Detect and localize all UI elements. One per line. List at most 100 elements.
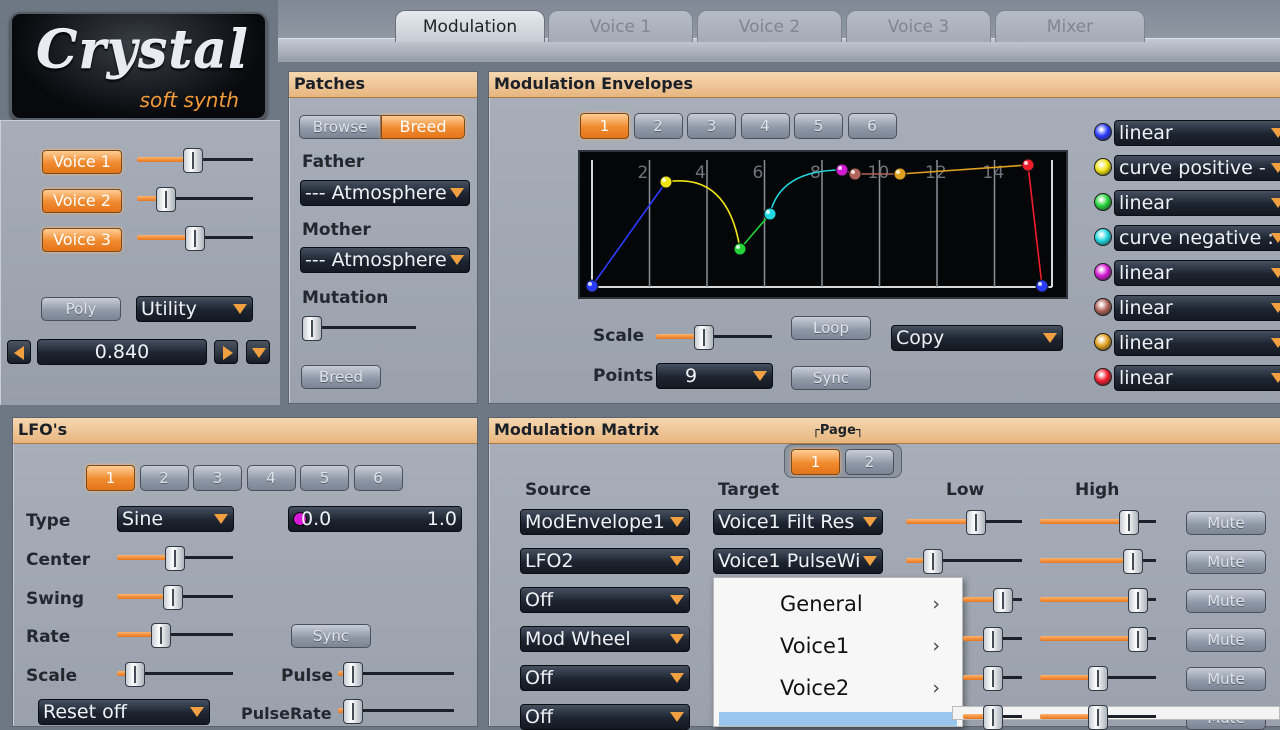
high-slider-5-knob[interactable]: [1088, 666, 1108, 691]
points-dropdown[interactable]: 9: [656, 363, 773, 389]
voice-1-button[interactable]: Voice 1: [42, 150, 122, 174]
high-slider-3[interactable]: [1040, 588, 1156, 613]
target-dropdown-2[interactable]: Voice1 PulseWi: [713, 548, 883, 574]
low-slider-5-knob[interactable]: [982, 666, 1003, 691]
lfo-range-display[interactable]: 0.0 1.0: [288, 506, 462, 532]
low-slider-4[interactable]: [963, 627, 1022, 652]
next-arrow-button[interactable]: [214, 340, 238, 364]
voice-1-slider[interactable]: [137, 148, 253, 173]
menu-item-general[interactable]: General ›: [714, 586, 962, 624]
high-slider-4-knob[interactable]: [1128, 627, 1149, 652]
mute-button-3[interactable]: Mute: [1186, 589, 1266, 613]
pulserate-knob[interactable]: [342, 699, 363, 724]
high-slider-2[interactable]: [1040, 549, 1156, 574]
voice-3-button[interactable]: Voice 3: [42, 228, 122, 252]
low-slider-2-knob[interactable]: [923, 549, 944, 574]
poly-button[interactable]: Poly: [41, 297, 121, 321]
source-dropdown-4[interactable]: Mod Wheel: [520, 626, 690, 652]
curve-dropdown-4[interactable]: curve negative :: [1114, 225, 1280, 251]
source-dropdown-3[interactable]: Off: [520, 587, 690, 613]
center-slider[interactable]: [117, 546, 233, 571]
curve-dropdown-2[interactable]: curve positive -: [1114, 155, 1280, 181]
lfo-sync-button[interactable]: Sync: [291, 624, 371, 648]
high-slider-6[interactable]: [1040, 705, 1156, 730]
low-slider-1[interactable]: [906, 510, 1022, 535]
lfo-tab-2[interactable]: 2: [139, 465, 189, 491]
pulserate-slider[interactable]: [338, 699, 454, 724]
mute-button-1[interactable]: Mute: [1186, 511, 1266, 535]
tab-modulation[interactable]: Modulation: [395, 10, 545, 42]
envelope-display[interactable]: 2 4 6 8 10 12 14: [578, 150, 1068, 299]
source-dropdown-5[interactable]: Off: [520, 665, 690, 691]
voice-1-knob[interactable]: [183, 148, 204, 173]
rate-slider[interactable]: [117, 623, 233, 648]
curve-dropdown-5[interactable]: linear: [1114, 260, 1280, 286]
curve-dropdown-6[interactable]: linear: [1114, 295, 1280, 321]
tab-voice-3[interactable]: Voice 3: [846, 10, 991, 42]
low-slider-3-knob[interactable]: [993, 588, 1014, 613]
reset-dropdown[interactable]: Reset off: [38, 699, 210, 725]
source-dropdown-6[interactable]: Off: [520, 704, 690, 730]
father-dropdown[interactable]: --- Atmosphere: [300, 180, 470, 206]
mother-dropdown[interactable]: --- Atmosphere: [300, 247, 470, 273]
curve-dropdown-8[interactable]: linear: [1114, 365, 1280, 391]
high-slider-2-knob[interactable]: [1122, 549, 1143, 574]
voice-3-slider[interactable]: [137, 226, 253, 251]
menu-arrow-button[interactable]: [246, 340, 270, 364]
high-slider-1-knob[interactable]: [1118, 510, 1139, 535]
env-sync-button[interactable]: Sync: [791, 366, 871, 390]
high-slider-6-knob[interactable]: [1088, 705, 1108, 730]
mutation-slider[interactable]: [302, 316, 416, 341]
browse-tab[interactable]: Browse: [299, 115, 381, 139]
source-dropdown-2[interactable]: LFO2: [520, 548, 690, 574]
low-slider-4-knob[interactable]: [982, 627, 1003, 652]
voice-2-knob[interactable]: [156, 187, 177, 212]
lfo-scale-slider[interactable]: [117, 662, 233, 687]
low-slider-6-knob[interactable]: [982, 705, 1003, 730]
tab-mixer[interactable]: Mixer: [995, 10, 1145, 42]
voice-3-knob[interactable]: [185, 226, 205, 251]
page-tab-2[interactable]: 2: [845, 449, 894, 475]
low-slider-5[interactable]: [963, 666, 1022, 691]
target-dropdown-1[interactable]: Voice1 Filt Res: [713, 509, 883, 535]
envelope-tab-4[interactable]: 4: [740, 113, 790, 139]
lfo-tab-6[interactable]: 6: [353, 465, 403, 491]
low-slider-6[interactable]: [963, 705, 1022, 730]
high-slider-5[interactable]: [1040, 666, 1156, 691]
low-slider-1-knob[interactable]: [965, 510, 986, 535]
env-scale-slider[interactable]: [656, 325, 772, 350]
mute-button-4[interactable]: Mute: [1186, 628, 1266, 652]
low-slider-3[interactable]: [963, 588, 1022, 613]
voice-2-slider[interactable]: [137, 187, 253, 212]
pulse-slider[interactable]: [338, 662, 454, 687]
high-slider-4[interactable]: [1040, 627, 1156, 652]
breed-button[interactable]: Breed: [301, 365, 381, 389]
source-dropdown-1[interactable]: ModEnvelope1: [520, 509, 690, 535]
env-scale-knob[interactable]: [694, 325, 715, 350]
swing-knob[interactable]: [163, 585, 184, 610]
voice-2-button[interactable]: Voice 2: [42, 189, 122, 213]
mute-button-5[interactable]: Mute: [1186, 667, 1266, 691]
menu-item-voice2[interactable]: Voice2 ›: [714, 670, 962, 708]
loop-button[interactable]: Loop: [791, 316, 871, 340]
lfo-scale-knob[interactable]: [124, 662, 145, 687]
envelope-tab-5[interactable]: 5: [794, 113, 843, 139]
envelope-tab-1[interactable]: 1: [580, 113, 629, 139]
low-slider-2[interactable]: [906, 549, 1022, 574]
prev-arrow-button[interactable]: [7, 340, 31, 364]
swing-slider[interactable]: [117, 585, 233, 610]
menu-item-highlight[interactable]: [719, 712, 957, 726]
breed-tab[interactable]: Breed: [381, 115, 465, 139]
curve-dropdown-7[interactable]: linear: [1114, 330, 1280, 356]
envelope-tab-3[interactable]: 3: [687, 113, 736, 139]
high-slider-3-knob[interactable]: [1128, 588, 1149, 613]
lfo-tab-1[interactable]: 1: [86, 465, 135, 491]
rate-knob[interactable]: [150, 623, 171, 648]
page-tab-1[interactable]: 1: [791, 449, 840, 475]
lfo-tab-3[interactable]: 3: [193, 465, 242, 491]
mute-button-2[interactable]: Mute: [1186, 550, 1266, 574]
utility-dropdown[interactable]: Utility: [136, 296, 253, 322]
envelope-tab-2[interactable]: 2: [633, 113, 683, 139]
type-dropdown[interactable]: Sine: [117, 506, 234, 532]
curve-dropdown-3[interactable]: linear: [1114, 190, 1280, 216]
